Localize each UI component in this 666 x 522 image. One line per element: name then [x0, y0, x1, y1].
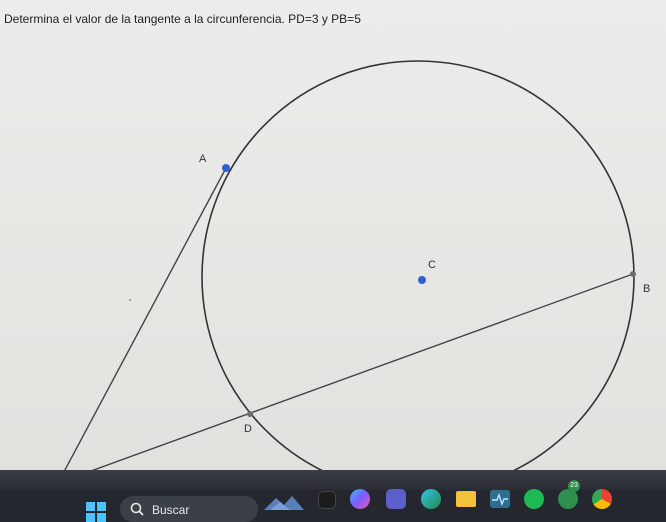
- label-d: D: [244, 423, 252, 435]
- label-c: C: [428, 259, 436, 271]
- start-icon[interactable]: [86, 502, 106, 522]
- point-b[interactable]: [630, 271, 636, 277]
- store-icon[interactable]: [558, 489, 578, 509]
- landscape-widget-icon[interactable]: [264, 492, 304, 512]
- blank-app-icon[interactable]: [318, 491, 336, 509]
- point-d[interactable]: [247, 411, 253, 417]
- label-a: A: [199, 153, 207, 165]
- search-icon: [130, 502, 144, 516]
- copilot-icon[interactable]: [350, 489, 370, 509]
- search-label: Buscar: [152, 503, 190, 517]
- geometry-canvas: Determina el valor de la tangente a la c…: [0, 0, 666, 470]
- spotify-icon[interactable]: [524, 489, 544, 509]
- activity-icon[interactable]: [490, 490, 510, 508]
- circle-tangent-figure: A B C D P: [64, 60, 650, 470]
- file-explorer-icon[interactable]: [456, 491, 476, 507]
- edge-icon[interactable]: [421, 489, 441, 509]
- tangent-line-pa: [64, 167, 227, 470]
- point-c[interactable]: [418, 276, 426, 284]
- secant-line-pb: [91, 273, 634, 470]
- stray-dot: [129, 299, 131, 301]
- teams-icon[interactable]: [386, 489, 406, 509]
- circle: [201, 60, 635, 470]
- notification-badge: 23: [568, 480, 580, 492]
- taskbar-search-box[interactable]: Buscar: [120, 496, 258, 522]
- label-b: B: [643, 283, 650, 295]
- chrome-icon[interactable]: [592, 489, 612, 509]
- point-a[interactable]: [222, 164, 230, 172]
- taskbar-shadow-strip: [0, 470, 666, 490]
